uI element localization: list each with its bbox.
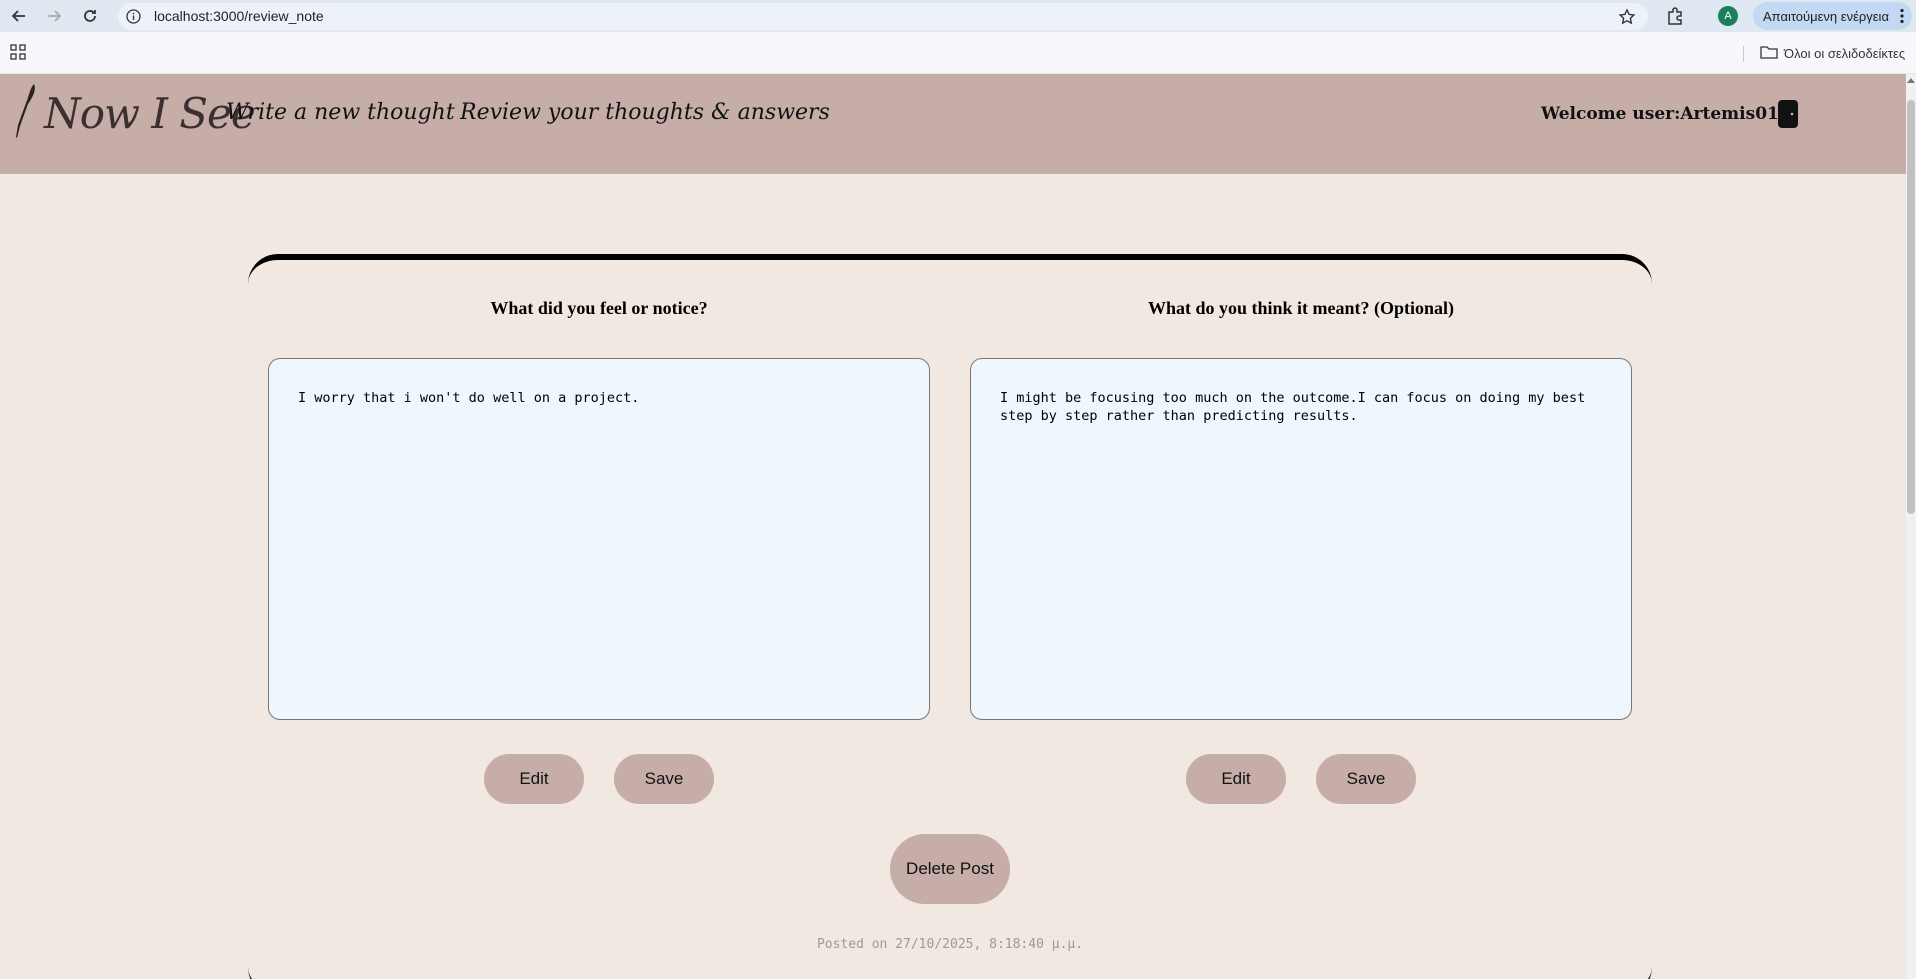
page-scrollbar[interactable]	[1906, 74, 1916, 979]
nav-write-new-thought[interactable]: Write a new thought	[226, 100, 455, 125]
page-viewport: Now I See Write a new thought Review you…	[0, 74, 1906, 979]
meaning-question: What do you think it meant? (Optional)	[1147, 298, 1455, 318]
feel-edit-button[interactable]: Edit	[484, 754, 584, 804]
all-bookmarks-folder[interactable]: Όλοι οι σελιδοδείκτες	[1760, 45, 1905, 62]
url-text: localhost:3000/review_note	[154, 8, 324, 24]
bookmarks-bar: Όλοι οι σελιδοδείκτες	[0, 32, 1916, 74]
extensions-icon[interactable]	[1664, 5, 1686, 27]
posted-timestamp: Posted on 27/10/2025, 8:18:40 μ.μ.	[816, 937, 1084, 952]
device-icon[interactable]	[1777, 99, 1799, 129]
forward-icon[interactable]	[43, 5, 65, 27]
note-card-bottom	[248, 967, 1652, 979]
all-bookmarks-label: Όλοι οι σελιδοδείκτες	[1784, 46, 1906, 61]
menu-dots-icon[interactable]	[1900, 8, 1904, 24]
folder-icon	[1760, 45, 1778, 62]
scrollbar-thumb[interactable]	[1907, 100, 1915, 514]
bookmark-star-icon[interactable]	[1618, 8, 1636, 26]
reload-icon[interactable]	[79, 5, 101, 27]
logo-text: Now I See	[44, 89, 256, 138]
address-bar[interactable]: localhost:3000/review_note	[118, 3, 1648, 30]
site-logo[interactable]: Now I See	[12, 82, 256, 145]
action-required-button[interactable]: Απαιτούμενη ενέργεια	[1753, 2, 1912, 30]
quill-pen-icon	[12, 82, 38, 145]
profile-avatar[interactable]: A	[1718, 6, 1738, 26]
nav-review-thoughts[interactable]: Review your thoughts & answers	[460, 100, 830, 125]
site-info-icon[interactable]	[126, 9, 141, 24]
apps-grid-icon[interactable]	[10, 44, 26, 60]
feel-question: What did you feel or notice?	[490, 298, 708, 318]
action-required-label: Απαιτούμενη ενέργεια	[1763, 8, 1889, 24]
meaning-edit-button[interactable]: Edit	[1186, 754, 1286, 804]
site-header: Now I See Write a new thought Review you…	[0, 74, 1906, 174]
browser-toolbar: localhost:3000/review_note A Απαιτούμενη…	[0, 0, 1916, 32]
bookmarks-separator	[1743, 46, 1744, 62]
feel-answer-box[interactable]: I worry that i won't do well on a projec…	[268, 358, 930, 720]
back-icon[interactable]	[8, 5, 30, 27]
delete-post-button[interactable]: Delete Post	[890, 834, 1010, 904]
meaning-answer-box[interactable]: I might be focusing too much on the outc…	[970, 358, 1632, 720]
meaning-save-button[interactable]: Save	[1316, 754, 1416, 804]
feel-save-button[interactable]: Save	[614, 754, 714, 804]
welcome-text: Welcome user:Artemis01	[1541, 104, 1779, 124]
scroll-up-arrow-icon[interactable]	[1907, 78, 1915, 83]
